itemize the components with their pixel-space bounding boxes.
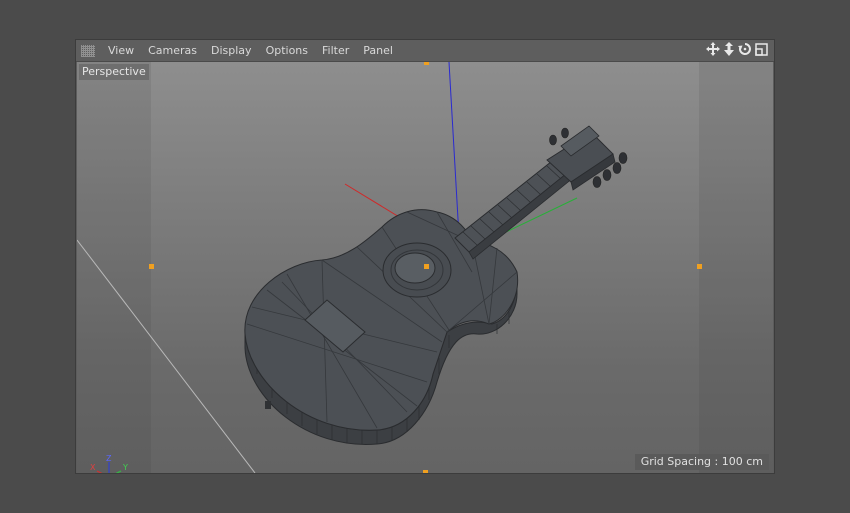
- perspective-viewport[interactable]: Z Y X Perspective Grid Spacing : 100 cm: [77, 62, 773, 473]
- gizmo-z-label: Z: [106, 454, 112, 463]
- menu-options[interactable]: Options: [259, 40, 315, 61]
- menu-filter[interactable]: Filter: [315, 40, 356, 61]
- menu-view[interactable]: View: [101, 40, 141, 61]
- viewport-menubar: View Cameras Display Options Filter Pane…: [76, 40, 774, 62]
- scene-render: Z Y X: [77, 62, 702, 473]
- maximize-view-icon[interactable]: [755, 42, 768, 56]
- rotate-view-icon[interactable]: [738, 42, 752, 56]
- axis-gizmo: Z Y X: [90, 454, 128, 473]
- gizmo-y-label: Y: [122, 463, 128, 472]
- menu-display[interactable]: Display: [204, 40, 259, 61]
- guitar-model: [244, 125, 628, 445]
- camera-name-label[interactable]: Perspective: [79, 64, 149, 80]
- grid-edge-line: [77, 239, 256, 473]
- view-navigation-icons: [706, 42, 768, 56]
- dolly-view-icon[interactable]: [723, 42, 735, 56]
- gizmo-x-label: X: [90, 463, 96, 472]
- move-view-icon[interactable]: [706, 42, 720, 56]
- bounding-box-handles: [149, 62, 702, 473]
- menu-panel[interactable]: Panel: [356, 40, 400, 61]
- panel-grip-icon[interactable]: [81, 44, 95, 57]
- grid-spacing-readout: Grid Spacing : 100 cm: [634, 454, 769, 470]
- menu-cameras[interactable]: Cameras: [141, 40, 204, 61]
- viewport-window: View Cameras Display Options Filter Pane…: [75, 39, 775, 474]
